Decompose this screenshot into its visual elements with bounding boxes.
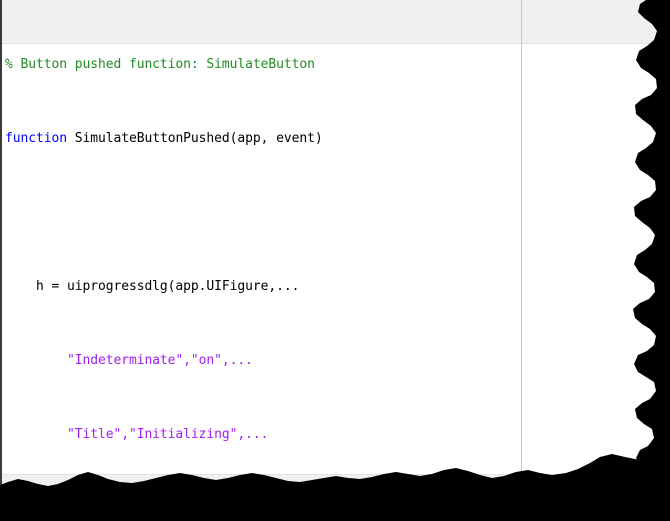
string-args: "Indeterminate","on",... bbox=[5, 353, 253, 368]
code-line-1[interactable]: % Button pushed function: SimulateButton bbox=[0, 56, 670, 75]
code-line-7[interactable]: "Message","Starting Simulink..."); bbox=[0, 500, 670, 519]
statement-tail: ); bbox=[315, 501, 331, 516]
code-line-6[interactable]: "Title","Initializing",... bbox=[0, 426, 670, 445]
function-signature: SimulateButtonPushed(app, event) bbox=[67, 131, 323, 146]
code-line-2[interactable]: function SimulateButtonPushed(app, event… bbox=[0, 130, 670, 149]
keyword-function: function bbox=[5, 131, 67, 146]
code-line-4[interactable]: h = uiprogressdlg(app.UIFigure,... bbox=[0, 278, 670, 297]
matlab-code-editor-window: % Button pushed function: SimulateButton… bbox=[0, 0, 670, 521]
string-args: "Title","Initializing",... bbox=[5, 427, 268, 442]
comment-text: % Button pushed function: SimulateButton bbox=[5, 57, 315, 72]
code-editor-pane[interactable]: % Button pushed function: SimulateButton… bbox=[0, 0, 670, 521]
string-args: "Message","Starting Simulink..." bbox=[5, 501, 315, 516]
code-line-5[interactable]: "Indeterminate","on",... bbox=[0, 352, 670, 371]
statement-text: h = uiprogressdlg(app.UIFigure,... bbox=[5, 279, 299, 294]
editor-left-border bbox=[0, 0, 2, 521]
code-line-3-blank[interactable] bbox=[0, 204, 670, 223]
code-text-area[interactable]: % Button pushed function: SimulateButton… bbox=[0, 0, 670, 521]
